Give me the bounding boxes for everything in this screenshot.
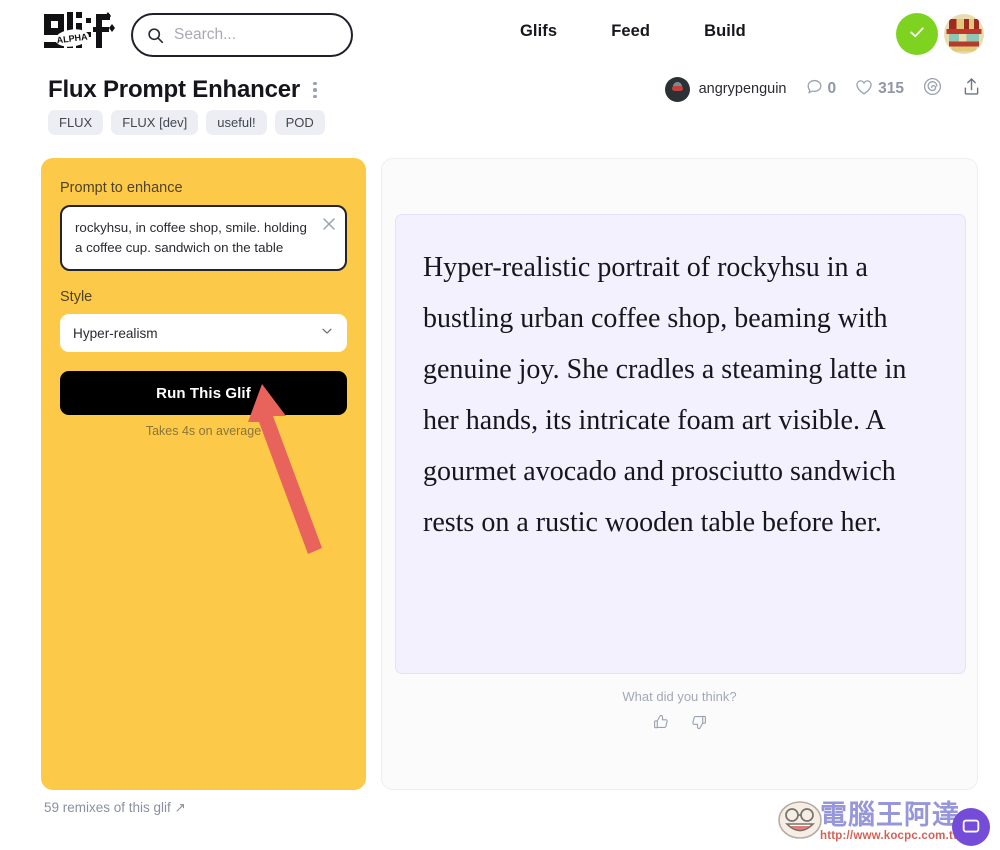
remix-button[interactable]	[922, 76, 943, 102]
likes-stat[interactable]: 315	[854, 77, 904, 102]
watermark-face-icon	[776, 799, 824, 846]
share-icon	[961, 76, 982, 102]
kebab-dot	[313, 81, 317, 86]
title-row: Flux Prompt Enhancer	[48, 76, 320, 104]
nav-item-build[interactable]: Build	[704, 22, 746, 41]
tag-item[interactable]: FLUX [dev]	[111, 110, 199, 135]
feedback-buttons	[382, 713, 977, 731]
comments-stat[interactable]: 0	[805, 77, 837, 101]
watermark-text: 電腦王阿達 http://www.kocpc.com.tw	[820, 802, 962, 842]
remixes-link[interactable]: 59 remixes of this glif ↗	[44, 800, 186, 816]
thumbs-down-icon[interactable]	[690, 713, 708, 731]
main-nav: Glifs Feed Build	[520, 22, 746, 41]
watermark: 電腦王阿達 http://www.kocpc.com.tw	[776, 799, 990, 846]
style-select[interactable]: Hyper-realism	[60, 314, 347, 353]
search-icon	[147, 27, 164, 44]
watermark-badge-icon	[952, 808, 990, 846]
watermark-site-name: 電腦王阿達	[820, 800, 960, 831]
tag-list: FLUX FLUX [dev] useful! POD	[48, 110, 325, 135]
kebab-dot	[313, 94, 317, 99]
prompt-value: rockyhsu, in coffee shop, smile. holding…	[75, 220, 307, 256]
heart-icon	[854, 77, 874, 102]
clear-icon[interactable]	[322, 217, 336, 231]
glif-input-panel: Prompt to enhance rockyhsu, in coffee sh…	[41, 158, 366, 790]
author-avatar	[664, 76, 690, 102]
author-link[interactable]: angrypenguin	[664, 76, 787, 102]
prompt-input[interactable]: rockyhsu, in coffee shop, smile. holding…	[60, 205, 347, 272]
search-input[interactable]	[174, 26, 337, 44]
check-icon	[907, 22, 927, 47]
style-label: Style	[60, 289, 93, 306]
glif-output-panel: Hyper-realistic portrait of rockyhsu in …	[381, 158, 978, 790]
user-avatar[interactable]	[944, 14, 984, 54]
run-glif-button[interactable]: Run This Glif	[60, 371, 347, 416]
prompt-label: Prompt to enhance	[60, 180, 183, 196]
search-box[interactable]	[131, 13, 353, 57]
glif-meta-row: angrypenguin 0 315	[664, 76, 982, 102]
app-page: ALPHA Glifs Feed Build	[0, 0, 1000, 850]
output-text: Hyper-realistic portrait of rockyhsu in …	[423, 252, 907, 538]
tag-item[interactable]: FLUX	[48, 110, 104, 135]
top-header: ALPHA Glifs Feed Build	[0, 0, 1000, 68]
feedback-section: What did you think?	[382, 689, 977, 731]
run-time-note: Takes 4s on average	[145, 424, 262, 439]
status-check-button[interactable]	[896, 13, 938, 55]
tag-item[interactable]: useful!	[206, 110, 267, 135]
comment-icon	[805, 77, 824, 101]
thumbs-up-icon[interactable]	[652, 713, 670, 731]
tag-item[interactable]: POD	[274, 110, 325, 135]
chevron-down-icon	[320, 324, 334, 343]
spiral-remix-icon	[922, 76, 943, 102]
author-name: angrypenguin	[698, 81, 787, 97]
style-selected-value: Hyper-realism	[73, 325, 158, 341]
page-title: Flux Prompt Enhancer	[48, 76, 301, 103]
comments-count: 0	[827, 80, 837, 97]
output-text-card: Hyper-realistic portrait of rockyhsu in …	[395, 214, 966, 674]
kebab-dot	[313, 88, 317, 92]
feedback-question: What did you think?	[622, 689, 737, 704]
likes-count: 315	[878, 80, 904, 97]
glif-logo[interactable]: ALPHA	[42, 10, 116, 56]
nav-item-feed[interactable]: Feed	[611, 22, 650, 41]
nav-item-glifs[interactable]: Glifs	[520, 22, 557, 41]
share-button[interactable]	[961, 76, 982, 102]
more-options-button[interactable]	[310, 78, 320, 103]
watermark-url: http://www.kocpc.com.tw	[820, 830, 963, 842]
